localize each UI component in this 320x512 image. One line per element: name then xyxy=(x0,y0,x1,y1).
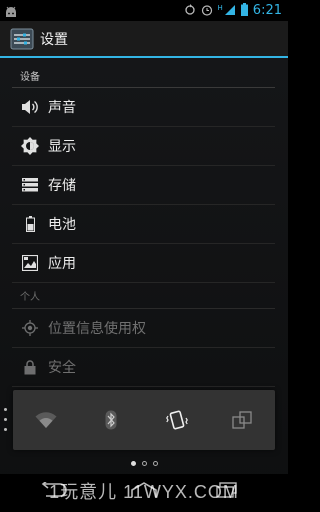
watermark-text: 1玩意儿 11WYX.COM xyxy=(49,482,239,502)
location-icon xyxy=(20,318,40,338)
lock-icon xyxy=(20,357,40,377)
settings-item-label: 安全 xyxy=(48,360,76,376)
bluetooth-icon[interactable] xyxy=(91,400,131,440)
settings-item-label: 电池 xyxy=(48,217,76,233)
settings-item-sound[interactable]: 声音 xyxy=(12,88,275,127)
settings-item-apps[interactable]: 应用 xyxy=(12,244,275,283)
page-title: 设置 xyxy=(40,31,68,48)
settings-item-display[interactable]: 显示 xyxy=(12,127,275,166)
android-notification-icon xyxy=(4,3,18,22)
action-bar: 设置 xyxy=(0,21,288,58)
storage-icon xyxy=(20,175,40,195)
clock: 6:21 xyxy=(252,3,282,18)
sync-icon xyxy=(184,1,196,20)
battery-icon xyxy=(20,214,40,234)
section-label: 设备 xyxy=(20,72,40,83)
alarm-icon xyxy=(201,1,213,20)
settings-item-security[interactable]: 安全 xyxy=(12,348,275,387)
brightness-icon xyxy=(20,136,40,156)
signal-icon xyxy=(224,1,236,20)
settings-item-label: 位置信息使用权 xyxy=(48,321,146,337)
volume-icon xyxy=(20,97,40,117)
page-dot[interactable] xyxy=(152,461,158,466)
section-header-device: 设备 xyxy=(12,58,275,88)
vibrate-phone-icon[interactable] xyxy=(157,400,197,440)
settings-item-label: 显示 xyxy=(48,139,76,155)
screen-rotation-icon[interactable] xyxy=(222,400,262,440)
settings-item-label: 应用 xyxy=(48,256,76,272)
network-type-label: H xyxy=(217,3,223,12)
page-indicator xyxy=(0,461,288,466)
wifi-icon[interactable] xyxy=(26,400,66,440)
settings-item-battery[interactable]: 电池 xyxy=(12,205,275,244)
settings-item-storage[interactable]: 存储 xyxy=(12,166,275,205)
settings-app-icon[interactable] xyxy=(10,27,34,51)
settings-item-label: 存储 xyxy=(48,178,76,194)
apps-icon xyxy=(20,253,40,273)
settings-item-label: 声音 xyxy=(48,100,76,116)
status-bar: H 6:21 xyxy=(0,0,288,21)
settings-item-location[interactable]: 位置信息使用权 xyxy=(12,309,275,348)
page-dot[interactable] xyxy=(141,461,147,466)
battery-icon xyxy=(240,1,248,20)
section-label: 个人 xyxy=(20,292,40,303)
section-header-personal: 个人 xyxy=(12,283,275,309)
page-dot-active[interactable] xyxy=(130,461,136,466)
scroll-indicator xyxy=(4,408,7,431)
quick-settings-panel xyxy=(13,390,275,450)
